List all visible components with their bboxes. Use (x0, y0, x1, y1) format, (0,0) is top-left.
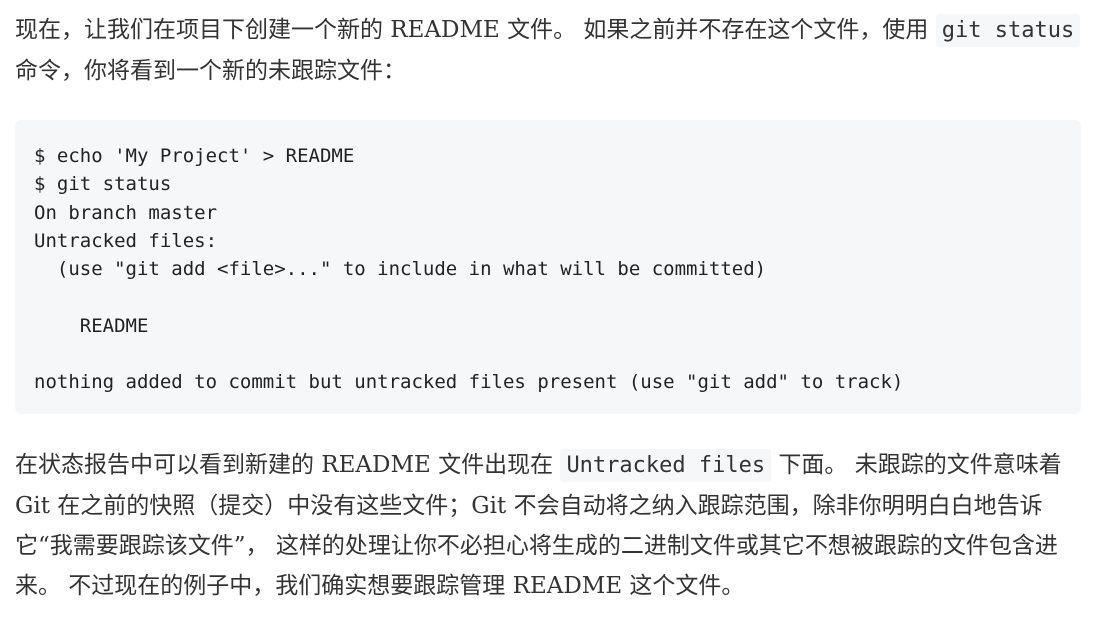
inline-code-untracked-files: Untracked files (560, 449, 772, 482)
explanation-text-before: 在状态报告中可以看到新建的 README 文件出现在 (15, 452, 561, 478)
code-line: nothing added to commit but untracked fi… (34, 371, 904, 394)
code-line: README (34, 314, 149, 337)
code-line: (use "git add <file>..." to include in w… (34, 258, 767, 281)
code-line: On branch master (34, 201, 218, 224)
explanation-paragraph: 在状态报告中可以看到新建的 README 文件出现在 Untracked fil… (15, 445, 1100, 606)
code-line: $ git status (34, 173, 172, 196)
intro-text-after: 命令，你将看到一个新的未跟踪文件： (15, 58, 406, 84)
code-block: $ echo 'My Project' > README $ git statu… (15, 120, 1081, 414)
code-line: $ echo 'My Project' > README (34, 145, 355, 167)
intro-paragraph: 现在，让我们在项目下创建一个新的 README 文件。 如果之前并不存在这个文件… (15, 10, 1100, 91)
intro-text-before: 现在，让我们在项目下创建一个新的 README 文件。 如果之前并不存在这个文件… (15, 17, 936, 43)
code-line: Untracked files: (34, 229, 218, 252)
inline-code-git-status: git status (935, 14, 1081, 47)
code-block-content: $ echo 'My Project' > README $ git statu… (34, 142, 1062, 397)
